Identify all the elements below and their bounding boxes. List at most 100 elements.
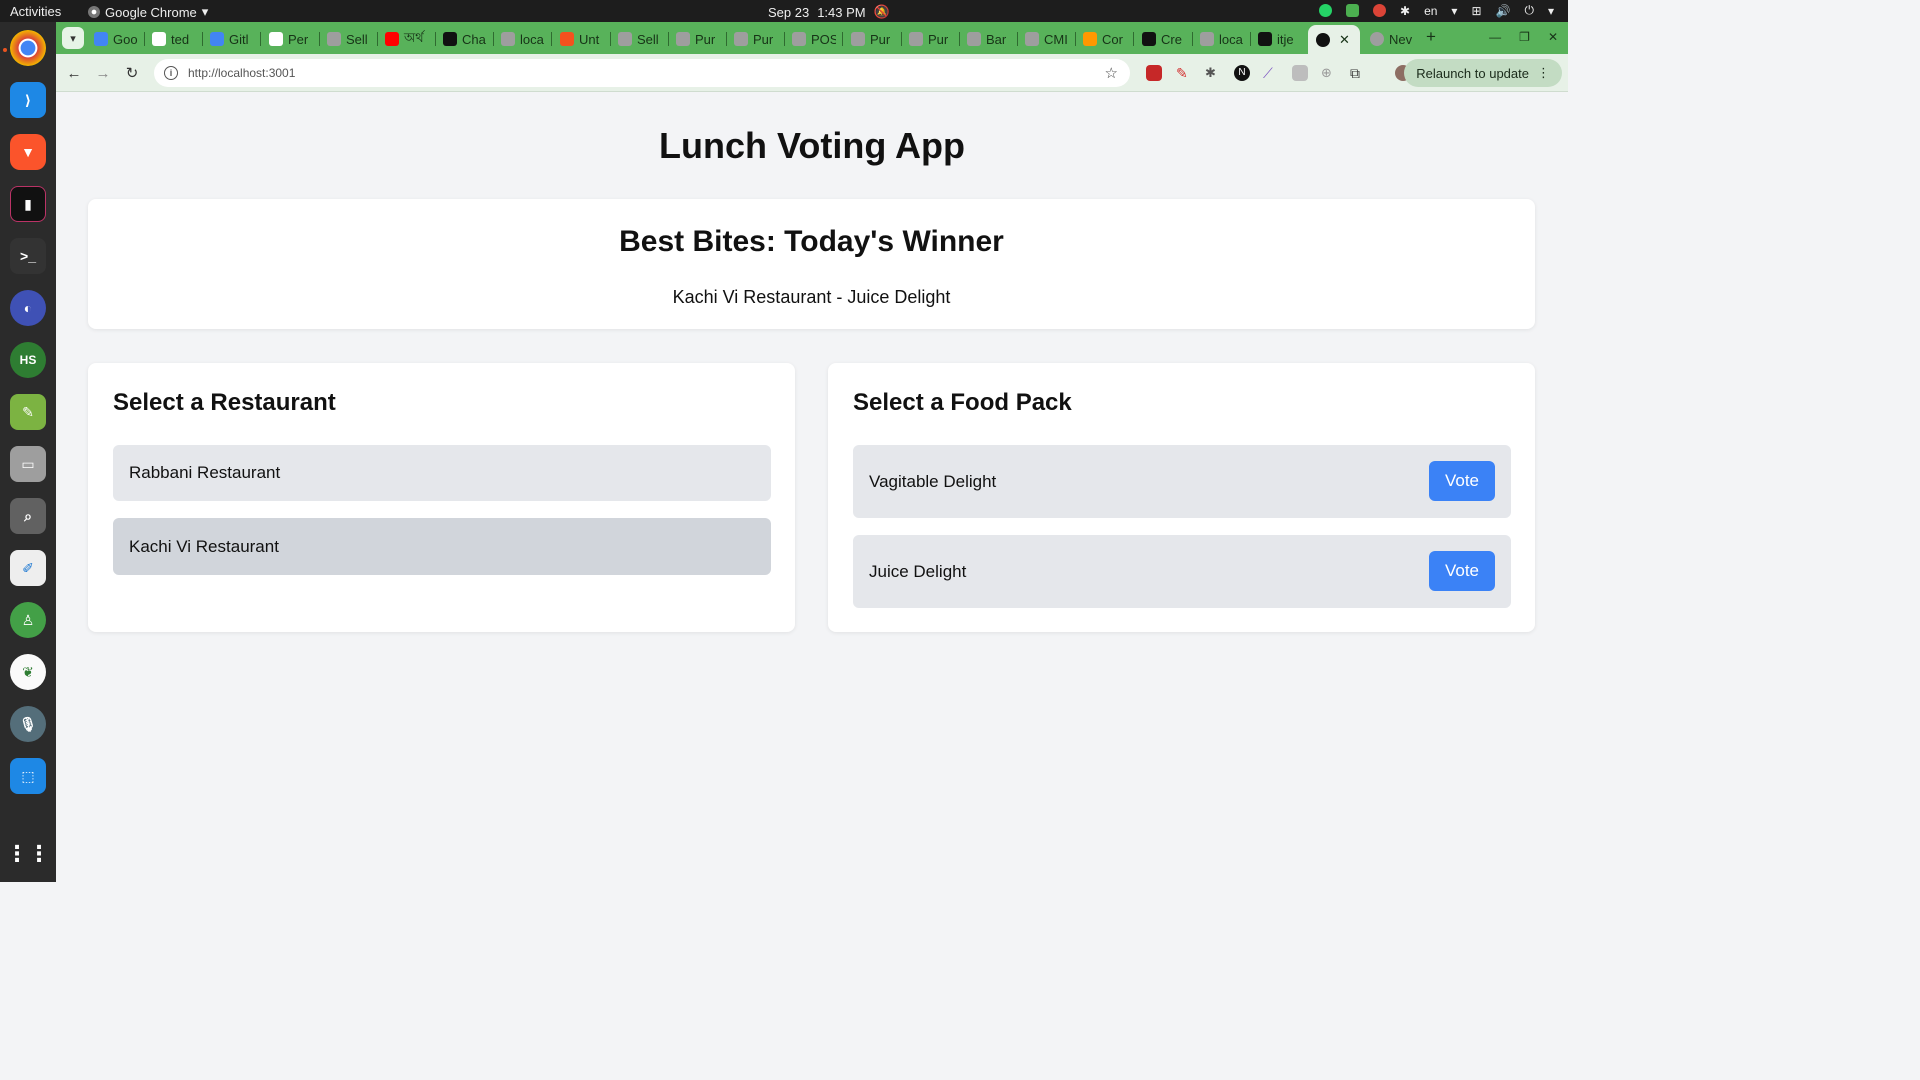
extension-icon-6[interactable] bbox=[1292, 65, 1308, 81]
brave-dock-icon[interactable]: ▼ bbox=[10, 134, 46, 170]
extension-icon-1[interactable] bbox=[1146, 65, 1162, 81]
tab-active[interactable]: ✕ bbox=[1308, 25, 1360, 54]
whatsapp-tray-icon[interactable] bbox=[1319, 4, 1332, 17]
clock[interactable]: Sep 23 1:43 PM 🔕 bbox=[768, 4, 890, 20]
language-indicator[interactable]: en bbox=[1424, 4, 1437, 18]
tab-separator bbox=[435, 32, 436, 46]
search-dock-icon[interactable]: ⌕ bbox=[10, 498, 46, 534]
food-pack-section-title: Select a Food Pack bbox=[853, 389, 1072, 416]
address-bar[interactable]: i http://localhost:3001 ☆ bbox=[154, 59, 1130, 87]
app-menu[interactable]: Google Chrome ▾ bbox=[88, 4, 208, 20]
food-pack-item-vagitable-delight: Vagitable Delight Vote bbox=[853, 445, 1511, 518]
tab-new-tab-page[interactable]: Nev bbox=[1370, 28, 1426, 50]
chevron-down-icon: ▾ bbox=[201, 4, 209, 19]
vote-button[interactable]: Vote bbox=[1429, 551, 1495, 591]
system-tray[interactable]: ✱ en ▾ ⊞ 🔊 ⏻ ▾ bbox=[1319, 3, 1554, 18]
linux-dock-icon[interactable]: ♙ bbox=[10, 602, 46, 638]
bookmark-star-icon[interactable]: ☆ bbox=[1105, 64, 1118, 82]
terminal2-dock-icon[interactable]: >_ bbox=[10, 238, 46, 274]
tab-separator bbox=[959, 32, 960, 46]
puzzle-extensions-icon[interactable]: ⧉ bbox=[1350, 65, 1366, 81]
slack-tray-icon[interactable]: ✱ bbox=[1400, 4, 1410, 18]
tab-item[interactable]: itje bbox=[1258, 28, 1302, 50]
feather-extension-icon[interactable]: ⟋ bbox=[1263, 65, 1279, 81]
tab-item[interactable]: Gitl bbox=[210, 28, 254, 50]
tab-favicon-icon bbox=[734, 32, 748, 46]
restaurant-item-kachi-vi[interactable]: Kachi Vi Restaurant bbox=[113, 518, 771, 575]
tab-item[interactable]: Cor bbox=[1083, 28, 1127, 50]
show-apps-icon[interactable]: ⋮⋮ bbox=[6, 836, 50, 872]
vote-button[interactable]: Vote bbox=[1429, 461, 1495, 501]
tab-item[interactable]: Cre bbox=[1142, 28, 1186, 50]
files-dock-icon[interactable]: ▭ bbox=[10, 446, 46, 482]
tab-favicon-icon bbox=[269, 32, 283, 46]
clock-time: 1:43 PM bbox=[817, 4, 866, 20]
tab-item[interactable]: CMI bbox=[1025, 28, 1069, 50]
tab-label: Sell bbox=[637, 31, 659, 47]
tab-item[interactable]: ted bbox=[152, 28, 196, 50]
tab-label: Bar bbox=[986, 31, 1007, 47]
tab-item[interactable]: Cha bbox=[443, 28, 487, 50]
tab-item[interactable]: loca bbox=[501, 28, 545, 50]
tab-item[interactable]: Bar bbox=[967, 28, 1011, 50]
notion-extension-icon[interactable]: N bbox=[1234, 65, 1250, 81]
tab-item[interactable]: অর্থ bbox=[385, 28, 429, 50]
tab-item[interactable]: Per bbox=[269, 28, 313, 50]
gimp-dock-icon[interactable]: ✎ bbox=[10, 394, 46, 430]
hs-dock-icon[interactable]: HS bbox=[10, 342, 46, 378]
bug-extension-icon[interactable]: ✱ bbox=[1205, 65, 1221, 81]
tab-separator bbox=[668, 32, 669, 46]
tab-item[interactable]: POS bbox=[792, 28, 836, 50]
site-info-icon[interactable]: i bbox=[164, 66, 178, 80]
grid-extension-icon[interactable]: ⊕ bbox=[1321, 65, 1337, 81]
check-tray-icon[interactable] bbox=[1346, 4, 1359, 17]
new-tab-button[interactable]: + bbox=[1426, 27, 1436, 47]
tab-item[interactable]: loca bbox=[1200, 28, 1244, 50]
maximize-icon[interactable]: ❐ bbox=[1519, 30, 1530, 44]
restaurant-item-rabbani[interactable]: Rabbani Restaurant bbox=[113, 445, 771, 501]
tab-item[interactable]: Pur bbox=[909, 28, 953, 50]
tab-item[interactable]: Sell bbox=[618, 28, 662, 50]
tab-label: Pur bbox=[870, 31, 891, 47]
text-editor-dock-icon[interactable]: ✐ bbox=[10, 550, 46, 586]
tab-item[interactable]: Pur bbox=[676, 28, 720, 50]
tab-item[interactable]: Unt bbox=[560, 28, 604, 50]
tab-separator bbox=[1250, 32, 1251, 46]
tab-item[interactable]: Sell bbox=[327, 28, 371, 50]
tab-separator bbox=[1192, 32, 1193, 46]
close-window-icon[interactable]: ✕ bbox=[1548, 30, 1558, 44]
tab-item[interactable]: Pur bbox=[734, 28, 778, 50]
food-pack-name: Vagitable Delight bbox=[869, 471, 997, 491]
reload-button[interactable]: ↻ bbox=[122, 63, 142, 83]
tab-label: Unt bbox=[579, 31, 600, 47]
screenshot-dock-icon[interactable]: ⬚ bbox=[10, 758, 46, 794]
pen-extension-icon[interactable]: ✎ bbox=[1176, 65, 1192, 81]
microphone-dock-icon[interactable]: 🎙 bbox=[10, 706, 46, 742]
chrome-dock-icon[interactable] bbox=[10, 30, 46, 66]
tab-label: Per bbox=[288, 31, 309, 47]
network-icon[interactable]: ⊞ bbox=[1471, 4, 1481, 18]
tab-separator bbox=[1017, 32, 1018, 46]
forward-button[interactable]: → bbox=[93, 63, 113, 83]
tab-item[interactable]: Goo bbox=[94, 28, 138, 50]
tab-separator bbox=[260, 32, 261, 46]
minimize-icon[interactable]: — bbox=[1489, 30, 1501, 44]
tab-item[interactable]: Pur bbox=[851, 28, 895, 50]
terminal-dock-icon[interactable]: ▮ bbox=[10, 186, 46, 222]
tab-search-button[interactable]: ▾ bbox=[62, 27, 84, 49]
active-tab-favicon bbox=[1316, 32, 1330, 47]
tab-label: itje bbox=[1277, 31, 1294, 47]
relaunch-button[interactable]: Relaunch to update ⋮ bbox=[1404, 59, 1562, 87]
tab-close-icon[interactable]: ✕ bbox=[1339, 32, 1350, 48]
vscode-dock-icon[interactable]: ⟩ bbox=[10, 82, 46, 118]
tab-separator bbox=[202, 32, 203, 46]
back-button[interactable]: ← bbox=[64, 63, 84, 83]
activities-button[interactable]: Activities bbox=[10, 4, 61, 19]
tab-label: Gitl bbox=[229, 31, 249, 47]
power-icon[interactable]: ⏻ bbox=[1524, 3, 1534, 18]
eclipse-dock-icon[interactable]: ◐ bbox=[10, 290, 46, 326]
web-page: Lunch Voting App Best Bites: Today's Win… bbox=[56, 93, 1568, 882]
chrome-tray-icon[interactable] bbox=[1373, 4, 1386, 17]
volume-icon[interactable]: 🔊 bbox=[1496, 4, 1511, 18]
mongodb-dock-icon[interactable]: ❦ bbox=[10, 654, 46, 690]
